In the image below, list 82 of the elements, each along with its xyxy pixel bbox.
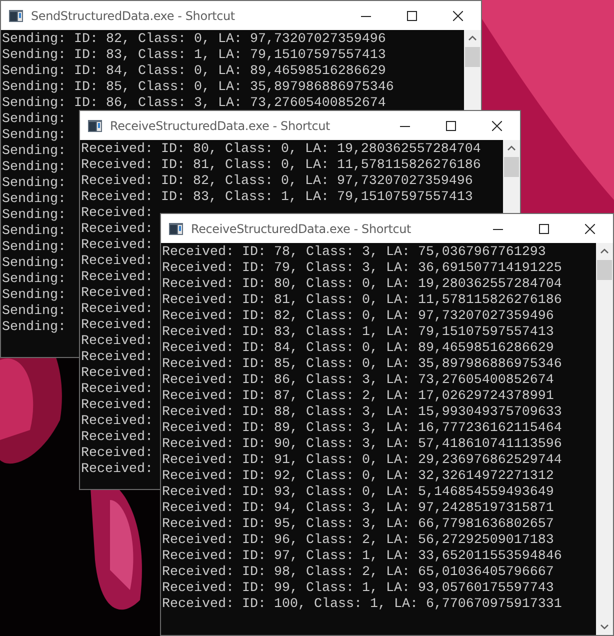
console-line: Sending: ID: 85, Class: 0, LA: 35,897986886975346	[2, 80, 394, 96]
console-line: Received:	[81, 222, 153, 238]
console-icon	[9, 10, 23, 22]
console-line: Received: ID: 94, Class: 3, LA: 97,24285197315871	[162, 501, 554, 517]
console-line: Sending:	[2, 192, 66, 208]
console-line: Received:	[81, 366, 153, 382]
console-line: Received:	[81, 382, 153, 398]
console-line: Received: ID: 90, Class: 3, LA: 57,418610741113596	[162, 437, 562, 453]
console-line: Received:	[81, 286, 153, 302]
console-line: Received:	[81, 334, 153, 350]
console-line: Received:	[81, 318, 153, 334]
window-title: SendStructuredData.exe - Shortcut	[31, 8, 236, 22]
console-line: Received: ID: 83, Class: 1, LA: 79,15107597557413	[81, 190, 473, 206]
console-line: Sending:	[2, 128, 66, 144]
console-line: Sending:	[2, 240, 66, 256]
scroll-down-icon[interactable]	[600, 624, 609, 630]
console-line: Received: ID: 100, Class: 1, LA: 6,770670975917331	[162, 597, 562, 613]
console-line: Received: ID: 96, Class: 2, LA: 56,27292509017183	[162, 533, 554, 549]
console-line: Sending:	[2, 272, 66, 288]
console-line: Received: ID: 99, Class: 1, LA: 93,05760175597743	[162, 581, 554, 597]
console-line: Received: ID: 78, Class: 3, LA: 75,0367967761293	[162, 245, 546, 261]
maximize-icon	[446, 120, 456, 130]
console-line: Sending:	[2, 304, 66, 320]
console-line: Sending:	[2, 144, 66, 160]
console-line: Received: ID: 95, Class: 3, LA: 66,77981636802657	[162, 517, 554, 533]
console-icon	[88, 120, 102, 132]
console-line: Received:	[81, 350, 153, 366]
maximize-icon	[539, 224, 549, 234]
console-line: Sending:	[2, 224, 66, 240]
console-line: Received: ID: 82, Class: 0, LA: 97,73207027359496	[81, 174, 473, 190]
console-line: Received: ID: 98, Class: 2, LA: 65,01036405796667	[162, 565, 554, 581]
scroll-thumb[interactable]	[504, 157, 519, 177]
scroll-up-icon[interactable]	[507, 145, 516, 151]
console-line: Sending: ID: 86, Class: 3, LA: 73,27605400852674	[2, 96, 386, 112]
console-icon	[169, 222, 183, 234]
console-line: Received: ID: 82, Class: 0, LA: 97,73207027359496	[162, 309, 554, 325]
console-line: Received: ID: 89, Class: 3, LA: 16,777236162115464	[162, 421, 562, 437]
console-line: Sending:	[2, 320, 66, 336]
console-line: Sending:	[2, 288, 66, 304]
scroll-thumb[interactable]	[597, 260, 612, 280]
console-line: Received:	[81, 446, 153, 462]
console-line: Received: ID: 92, Class: 0, LA: 32,32614972271312	[162, 469, 554, 485]
console-line: Received: ID: 87, Class: 2, LA: 17,02629724378991	[162, 389, 554, 405]
console-line: Received: ID: 80, Class: 0, LA: 19,280362557284704	[81, 142, 481, 158]
console-line: Received: ID: 88, Class: 3, LA: 15,993049375709633	[162, 405, 562, 421]
close-icon	[492, 120, 502, 130]
scroll-up-icon[interactable]	[468, 35, 477, 41]
scroll-up-icon[interactable]	[600, 248, 609, 254]
console-line: Received:	[81, 462, 153, 478]
close-icon	[585, 224, 595, 234]
console-line: Received: ID: 85, Class: 0, LA: 35,897986886975346	[162, 357, 562, 373]
window-title: ReceiveStructuredData.exe - Shortcut	[110, 118, 332, 132]
console-line: Received: ID: 80, Class: 0, LA: 19,280362557284704	[162, 277, 562, 293]
console-line: Received: ID: 84, Class: 0, LA: 89,46598516286629	[162, 341, 554, 357]
console-line: Received:	[81, 206, 153, 222]
console-line: Received: ID: 79, Class: 3, LA: 36,691507714191225	[162, 261, 562, 277]
console-line: Sending:	[2, 176, 66, 192]
console-line: Sending: ID: 83, Class: 1, LA: 79,15107597557413	[2, 48, 386, 64]
console-line: Received:	[81, 302, 153, 318]
console-line: Received:	[81, 398, 153, 414]
console-line: Received: ID: 86, Class: 3, LA: 73,27605400852674	[162, 373, 554, 389]
console-line: Received:	[81, 270, 153, 286]
console-line: Received:	[81, 430, 153, 446]
console-line: Received: ID: 83, Class: 1, LA: 79,15107597557413	[162, 325, 554, 341]
console-line: Sending:	[2, 112, 66, 128]
console-line: Received: ID: 81, Class: 0, LA: 11,578115826276186	[81, 158, 481, 174]
console-line: Sending: ID: 82, Class: 0, LA: 97,73207027359496	[2, 32, 386, 48]
console-line: Received: ID: 81, Class: 0, LA: 11,578115826276186	[162, 293, 562, 309]
console-line: Received:	[81, 238, 153, 254]
console-line: Sending:	[2, 256, 66, 272]
console-line: Sending:	[2, 208, 66, 224]
console-line: Received: ID: 93, Class: 0, LA: 5,146854559493649	[162, 485, 554, 501]
scroll-thumb[interactable]	[465, 47, 480, 67]
console-line: Received:	[81, 254, 153, 270]
close-icon	[453, 10, 463, 20]
console-line: Received: ID: 91, Class: 0, LA: 29,236976862529744	[162, 453, 562, 469]
console-line: Received: ID: 97, Class: 1, LA: 33,652011553594846	[162, 549, 562, 565]
maximize-icon	[407, 10, 417, 20]
console-line: Sending: ID: 84, Class: 0, LA: 89,46598516286629	[2, 64, 386, 80]
console-line: Received:	[81, 414, 153, 430]
console-line: Sending:	[2, 160, 66, 176]
window-title: ReceiveStructuredData.exe - Shortcut	[191, 222, 412, 236]
